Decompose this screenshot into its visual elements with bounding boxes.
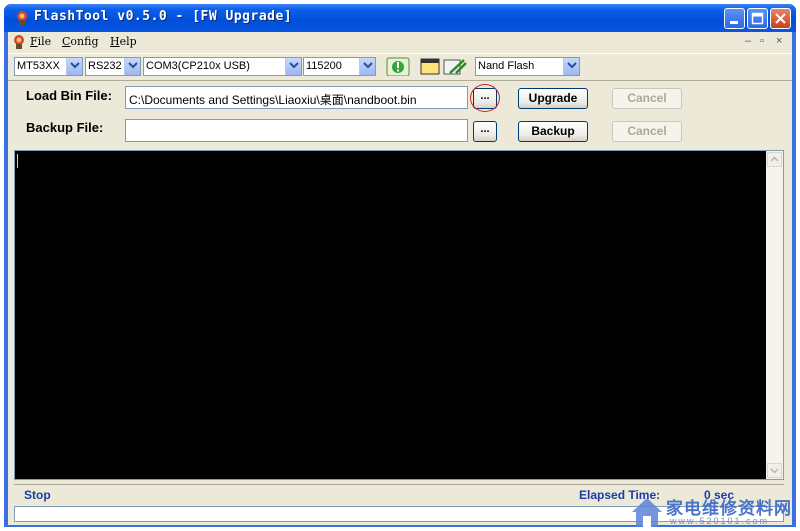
baud-select-arrow[interactable] xyxy=(359,58,375,75)
cancel-upgrade-button[interactable]: Cancel xyxy=(612,88,682,109)
watermark-logo-icon xyxy=(632,498,662,527)
scroll-down-button[interactable] xyxy=(767,463,782,478)
flash-type-select-arrow[interactable] xyxy=(563,58,579,75)
baud-select[interactable]: 115200 xyxy=(303,57,376,76)
log-console[interactable] xyxy=(14,150,784,480)
chevron-down-icon xyxy=(128,62,138,69)
connect-check-icon[interactable] xyxy=(386,57,410,76)
upgrade-form: Load Bin File: C:\Documents and Settings… xyxy=(8,81,792,151)
close-button[interactable] xyxy=(770,8,791,29)
chevron-down-icon xyxy=(70,62,80,69)
window-title: FlashTool v0.5.0 - [FW Upgrade] xyxy=(34,9,293,24)
backup-file-input[interactable] xyxy=(125,119,468,142)
watermark: 家电维修资料网 www.520101.com xyxy=(628,494,798,530)
yellow-window-icon[interactable] xyxy=(420,57,440,76)
tools-icon[interactable] xyxy=(442,57,468,76)
flash-type-select-value: Nand Flash xyxy=(478,60,535,72)
chevron-up-icon xyxy=(770,156,779,162)
doc-restore-icon[interactable]: ▫ xyxy=(760,35,764,47)
maximize-icon xyxy=(751,12,764,25)
minimize-icon xyxy=(730,21,738,24)
document-app-icon[interactable] xyxy=(11,34,27,50)
scroll-up-button[interactable] xyxy=(767,152,782,167)
chevron-down-icon xyxy=(363,62,373,69)
interface-select-arrow[interactable] xyxy=(124,58,140,75)
backup-button[interactable]: Backup xyxy=(518,121,588,142)
baud-select-value: 115200 xyxy=(306,60,342,72)
backup-browse-button[interactable]: ... xyxy=(473,121,497,142)
toolbar: MT53XX RS232 COM3(CP210x USB) 115200 Nan… xyxy=(8,53,792,81)
close-icon xyxy=(775,13,786,24)
menu-config[interactable]: Config xyxy=(62,35,99,48)
status-state: Stop xyxy=(24,488,51,502)
highlight-circle xyxy=(470,84,500,112)
flashtool-app-icon xyxy=(17,11,27,25)
chevron-down-icon xyxy=(567,62,577,69)
chevron-down-icon xyxy=(289,62,299,69)
menu-help[interactable]: Help xyxy=(110,35,137,48)
interface-select[interactable]: RS232 xyxy=(85,57,141,76)
watermark-url: www.520101.com xyxy=(670,516,770,526)
backup-file-label: Backup File: xyxy=(26,120,104,135)
doc-close-icon[interactable]: × xyxy=(776,35,782,47)
interface-select-value: RS232 xyxy=(88,60,122,72)
port-select-arrow[interactable] xyxy=(285,58,301,75)
upgrade-button[interactable]: Upgrade xyxy=(518,88,588,109)
port-select[interactable]: COM3(CP210x USB) xyxy=(143,57,302,76)
chevron-down-icon xyxy=(770,468,779,474)
chip-select-value: MT53XX xyxy=(17,60,60,72)
chip-select-arrow[interactable] xyxy=(66,58,82,75)
app-window: FlashTool v0.5.0 - [FW Upgrade] File Con… xyxy=(4,4,796,527)
client-area: File Config Help – ▫ × MT53XX RS232 COM3… xyxy=(8,32,792,525)
load-bin-file-label: Load Bin File: xyxy=(26,88,112,103)
menu-file[interactable]: File xyxy=(30,35,51,48)
menu-bar: File Config Help – ▫ × xyxy=(8,32,792,52)
minimize-button[interactable] xyxy=(724,8,745,29)
cancel-backup-button[interactable]: Cancel xyxy=(612,121,682,142)
flash-type-select[interactable]: Nand Flash xyxy=(475,57,580,76)
port-select-value: COM3(CP210x USB) xyxy=(146,60,250,72)
load-bin-file-value: C:\Documents and Settings\Liaoxiu\桌面\nan… xyxy=(129,93,417,107)
load-bin-file-input[interactable]: C:\Documents and Settings\Liaoxiu\桌面\nan… xyxy=(125,86,468,109)
text-caret xyxy=(17,154,18,168)
chip-select[interactable]: MT53XX xyxy=(14,57,83,76)
maximize-button[interactable] xyxy=(747,8,768,29)
title-bar[interactable]: FlashTool v0.5.0 - [FW Upgrade] xyxy=(4,4,796,32)
console-scrollbar[interactable] xyxy=(766,151,783,479)
doc-minimize-icon[interactable]: – xyxy=(745,35,751,47)
